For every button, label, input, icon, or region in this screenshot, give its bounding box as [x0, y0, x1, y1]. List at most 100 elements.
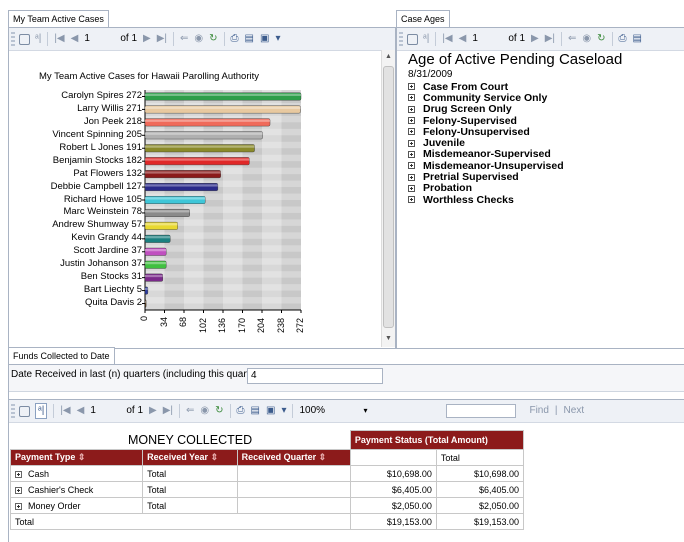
tab-my-team-active-cases[interactable]: My Team Active Cases [8, 10, 109, 28]
received-year-cell: Total [142, 481, 238, 498]
payment-type-cell[interactable]: Money Order [9, 497, 144, 514]
toolbar-separator [611, 32, 613, 46]
case-type-item[interactable]: Misdemeanor-Supervised [408, 148, 564, 161]
received-year-cell: Total [142, 497, 238, 514]
sort-icon[interactable]: ⇕ [78, 452, 86, 462]
case-ages-panel: ᵃ| |◀ ◀ 1 of 1 ▶ ▶| ⇐ ◉ ↻ ⎙ ▤ Age of Act… [396, 27, 684, 349]
payment-type-cell[interactable]: Cash [9, 465, 144, 482]
export-icon[interactable]: ▾ [281, 404, 286, 418]
toolbar-separator [292, 404, 294, 418]
case-type-item[interactable]: Pretrial Supervised [408, 171, 564, 183]
sort-icon[interactable]: ⇕ [319, 452, 327, 462]
expand-icon[interactable] [15, 502, 22, 510]
payment-type-header[interactable]: Payment Type ⇕ [9, 449, 144, 466]
case-type-item[interactable]: Worthless Checks [408, 194, 564, 206]
back-icon[interactable]: ⇐ [568, 32, 576, 46]
document-map-icon[interactable]: ᵃ| [35, 403, 48, 419]
expand-icon[interactable] [408, 184, 415, 192]
my-team-panel: ᵃ| |◀ ◀ 1 of 1 ▶ ▶| ⇐ ◉ ↻ ⎙ ▤ ▣ ▾ My Tea… [8, 27, 396, 349]
first-page-icon[interactable]: |◀ [60, 404, 70, 418]
previous-page-icon[interactable]: ◀ [459, 32, 467, 46]
expand-icon[interactable] [408, 117, 415, 125]
scroll-up-icon[interactable]: ▲ [385, 53, 392, 60]
zoom-select[interactable]: 100% [299, 404, 357, 418]
page-number-input[interactable]: 1 [90, 404, 120, 418]
x-tick-label: 136 [217, 317, 227, 333]
next-page-icon[interactable]: ▶ [531, 32, 539, 46]
case-type-item[interactable]: Community Service Only [408, 91, 564, 104]
received-quarter-header[interactable]: Received Quarter ⇕ [236, 449, 351, 466]
case-type-item[interactable]: Case From Court [408, 80, 564, 93]
expand-icon[interactable] [408, 139, 415, 147]
case-type-label: Probation [423, 182, 472, 195]
print-layout-icon[interactable]: ▤ [251, 404, 260, 418]
case-type-label: Case From Court [423, 80, 509, 93]
print-icon[interactable]: ⎙ [619, 32, 627, 46]
funds-panel: Date Received in last (n) quarters (incl… [8, 364, 684, 542]
received-year-header[interactable]: Received Year ⇕ [142, 449, 238, 466]
total-cell: $6,405.00 [435, 481, 525, 498]
payment-type-cell[interactable]: Cashier's Check [9, 481, 144, 498]
received-quarter-cell [236, 465, 351, 482]
date-received-quarters-input[interactable]: 4 [247, 368, 383, 384]
toolbar-grip [11, 404, 15, 418]
received-quarter-label: Received Quarter [241, 452, 317, 462]
tab-case-ages[interactable]: Case Ages [396, 10, 450, 28]
document-map-icon[interactable]: ᵃ| [423, 32, 429, 46]
case-type-item[interactable]: Felony-Supervised [408, 115, 564, 127]
scroll-thumb[interactable] [383, 66, 394, 328]
refresh-icon[interactable]: ↻ [215, 404, 223, 418]
refresh-icon[interactable]: ↻ [597, 32, 605, 46]
expand-icon[interactable] [408, 150, 415, 158]
next-page-icon[interactable]: ▶ [149, 404, 157, 418]
find-link[interactable]: Find [529, 404, 548, 418]
case-type-label: Misdemeanor-Supervised [423, 148, 551, 161]
expand-icon[interactable] [408, 83, 415, 91]
first-page-icon[interactable]: |◀ [442, 32, 452, 46]
toolbar-separator [229, 404, 231, 418]
case-type-item[interactable]: Felony-Unsupervised [408, 125, 564, 138]
expand-icon[interactable] [15, 486, 22, 494]
x-tick-label: 204 [256, 317, 266, 333]
vertical-scrollbar[interactable]: ▲ ▼ [381, 50, 395, 347]
parameters-icon[interactable] [407, 33, 418, 45]
last-page-icon[interactable]: ▶| [545, 32, 555, 46]
expand-icon[interactable] [408, 173, 415, 181]
find-input[interactable] [446, 404, 517, 418]
page-setup-icon[interactable]: ▣ [266, 404, 275, 418]
amount-cell: $2,050.00 [349, 497, 437, 514]
expand-icon[interactable] [408, 196, 415, 204]
find-next-link[interactable]: Next [564, 404, 585, 418]
case-type-item[interactable]: Juvenile [408, 137, 564, 149]
previous-page-icon[interactable]: ◀ [77, 404, 85, 418]
tab-funds-collected[interactable]: Funds Collected to Date [8, 347, 115, 365]
grand-total-amount: $19,153.00 [349, 513, 437, 530]
table-row: Cash Total $10,698.00 $10,698.00 [9, 465, 525, 482]
case-type-label: Community Service Only [423, 91, 548, 104]
last-page-icon[interactable]: ▶| [163, 404, 173, 418]
expand-icon[interactable] [408, 94, 415, 102]
page-number-input[interactable]: 1 [472, 32, 502, 46]
expand-icon[interactable] [15, 470, 22, 478]
case-type-item[interactable]: Probation [408, 182, 564, 195]
expand-icon[interactable] [408, 128, 415, 136]
expand-icon[interactable] [408, 105, 415, 113]
print-layout-icon[interactable]: ▤ [633, 32, 642, 46]
case-type-label: Misdemeanor-Unsupervised [423, 159, 564, 172]
sort-icon[interactable]: ⇕ [211, 452, 219, 462]
case-type-item[interactable]: Drug Screen Only [408, 103, 564, 115]
stop-icon[interactable]: ◉ [582, 32, 591, 46]
scroll-down-icon[interactable]: ▼ [385, 335, 392, 342]
header-row: Payment Type ⇕ Received Year ⇕ Received … [9, 449, 525, 466]
case-type-item[interactable]: Misdemeanor-Unsupervised [408, 159, 564, 172]
zoom-dropdown-icon[interactable]: ▾ [363, 404, 443, 418]
parameters-icon[interactable] [19, 405, 30, 417]
stop-icon[interactable]: ◉ [200, 404, 209, 418]
print-icon[interactable]: ⎙ [237, 404, 245, 418]
back-icon[interactable]: ⇐ [186, 404, 194, 418]
received-year-label: Received Year [147, 452, 209, 462]
payment-status-header: Payment Status (Total Amount) [349, 430, 525, 450]
case-type-label: Felony-Unsupervised [423, 125, 530, 138]
x-tick-label: 170 [236, 317, 247, 333]
expand-icon[interactable] [408, 162, 415, 170]
